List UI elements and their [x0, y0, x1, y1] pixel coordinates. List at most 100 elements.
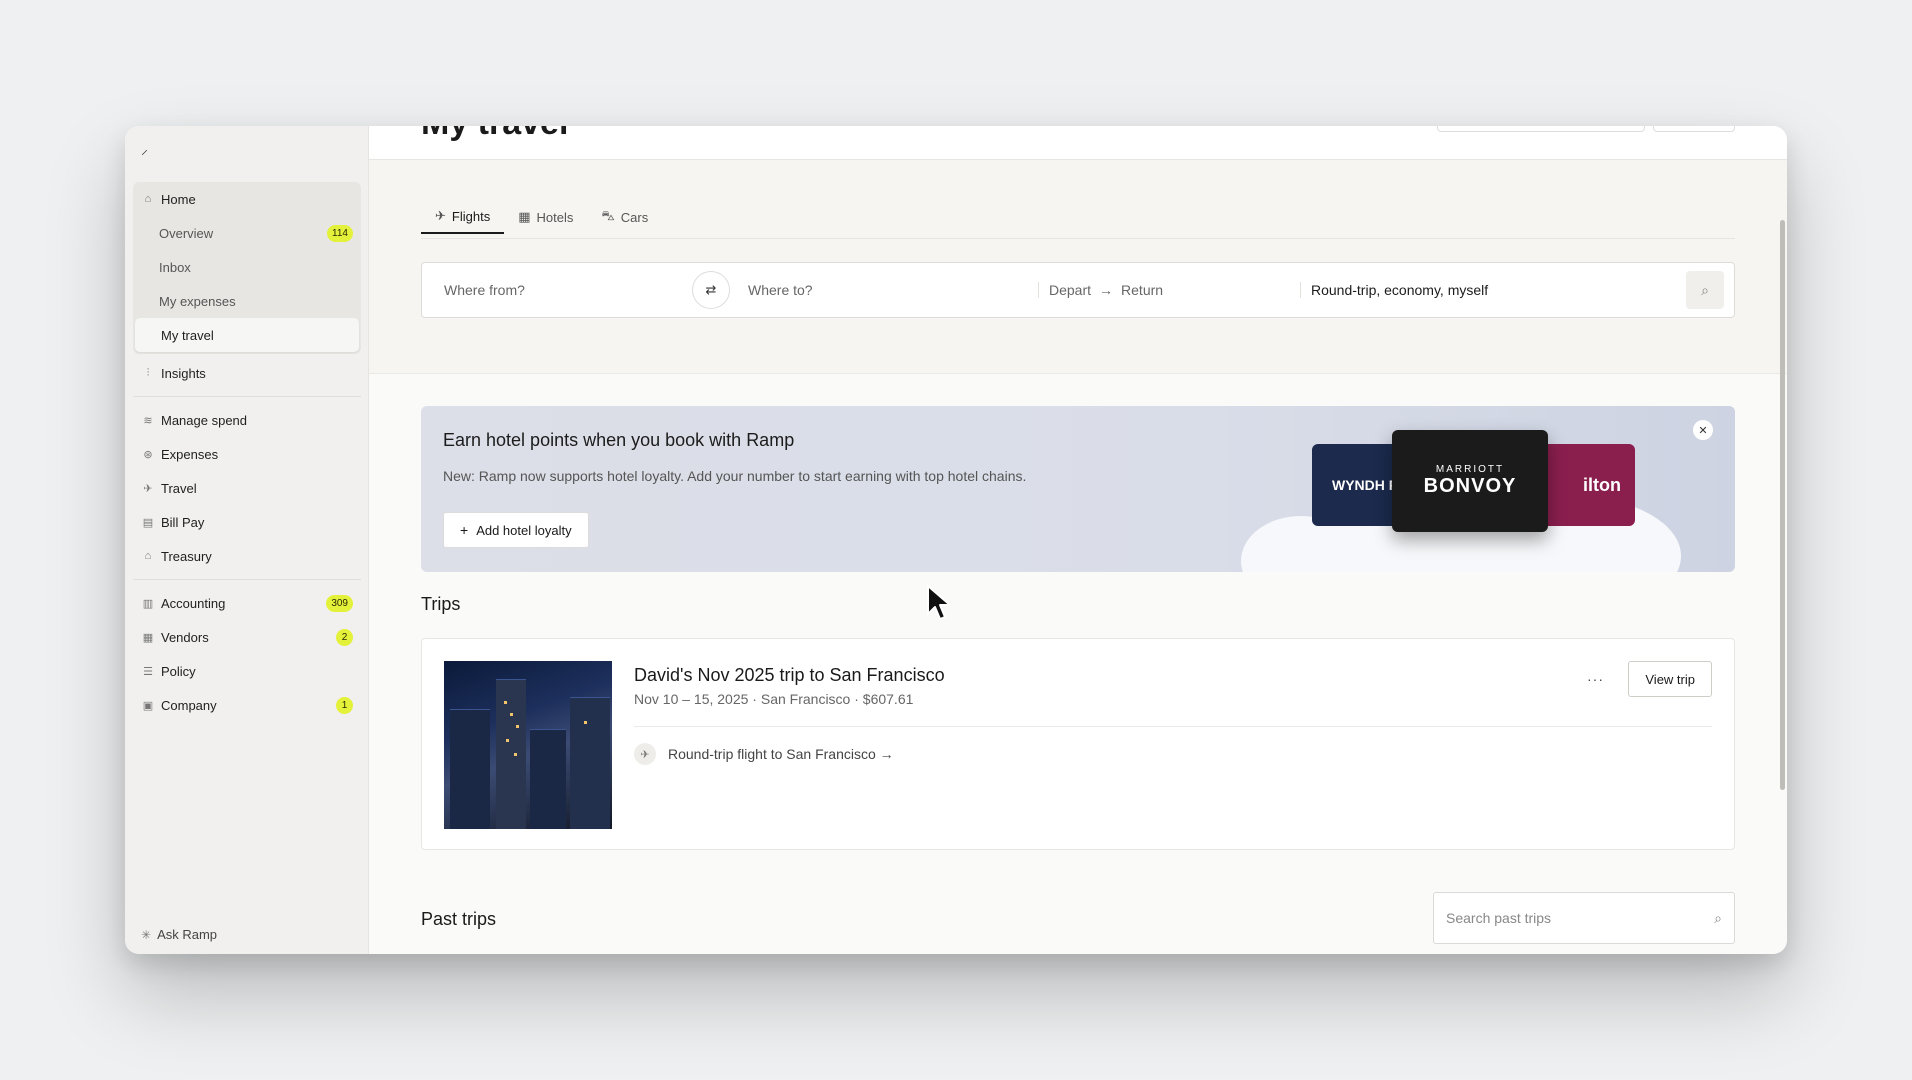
sidebar-item-label: My travel: [161, 327, 214, 343]
sidebar-nav: ⌂ Home Overview 114 Inbox My expenses My…: [133, 182, 361, 722]
search-icon: ⌕: [1714, 909, 1722, 926]
view-trip-button[interactable]: View trip: [1628, 661, 1712, 697]
bank-icon: ⌂: [144, 550, 152, 562]
button-label: Add hotel loyalty: [476, 522, 572, 538]
sidebar-item-insights[interactable]: ⫶ Insights: [133, 356, 361, 390]
sidebar-item-travel[interactable]: ✈ Travel: [133, 471, 361, 505]
sidebar-item-my-travel[interactable]: My travel: [135, 318, 359, 352]
plus-icon: +: [460, 522, 469, 538]
where-from-input[interactable]: Where from?: [422, 282, 730, 298]
building-shape: [530, 729, 566, 829]
home-group: ⌂ Home Overview 114 Inbox My expenses My…: [133, 182, 361, 354]
receipt-icon: ▤: [142, 516, 154, 529]
window-light: [504, 701, 507, 704]
sidebar-item-home[interactable]: ⌂ Home: [133, 182, 361, 216]
trip-title[interactable]: David's Nov 2025 trip to San Francisco: [634, 665, 945, 686]
dollar-circle-icon: ⊛: [143, 448, 153, 461]
count-badge: 114: [327, 225, 353, 242]
swap-locations-button[interactable]: ⇄: [692, 271, 730, 309]
plane-icon: ✈: [634, 743, 656, 765]
search-placeholder: Search past trips: [1446, 910, 1552, 926]
building-icon: ▦: [142, 631, 154, 644]
window-light: [584, 721, 587, 724]
close-icon[interactable]: ✕: [1693, 420, 1713, 440]
tab-label: Hotels: [536, 209, 574, 225]
car-icon: ⛍: [601, 208, 615, 223]
marriott-card-logo: MARRIOTT BONVOY: [1392, 430, 1548, 532]
count-badge: 309: [326, 595, 353, 612]
tab-flights[interactable]: ✈ Flights: [421, 200, 505, 234]
sidebar-item-label: Inbox: [159, 259, 191, 275]
sidebar: ⸝ ⌂ Home Overview 114 Inbox My expenses: [125, 126, 369, 954]
hotel-loyalty-banner: Earn hotel points when you book with Ram…: [421, 406, 1735, 572]
window-light: [510, 713, 513, 716]
trip-details: Nov 10 – 15, 2025 · San Francisco · $607…: [634, 691, 914, 707]
trip-divider: [634, 726, 1712, 727]
ask-ramp-button[interactable]: ✳ Ask Ramp: [141, 927, 217, 942]
sidebar-item-label: Manage spend: [161, 412, 248, 428]
sparkle-icon: ✳: [141, 927, 152, 942]
search-button[interactable]: ⌕: [1686, 271, 1724, 309]
sidebar-item-policy[interactable]: ☰ Policy: [133, 654, 361, 688]
sidebar-item-label: Treasury: [161, 548, 212, 564]
depart-label: Depart: [1049, 282, 1092, 298]
window-light: [516, 725, 519, 728]
flight-label: Round-trip flight to San Francisco →: [668, 746, 894, 762]
sidebar-item-bill-pay[interactable]: ▤ Bill Pay: [133, 505, 361, 539]
city-photo: [444, 661, 612, 829]
flight-search-bar: Where from? ⇄ Where to? Depart → Return …: [421, 262, 1735, 318]
sidebar-item-manage-spend[interactable]: ≋ Manage spend: [133, 403, 361, 437]
sidebar-item-company[interactable]: ▣ Company 1: [133, 688, 361, 722]
sidebar-item-label: Company: [161, 697, 217, 713]
office-icon: ▣: [142, 699, 154, 712]
search-icon: ⌕: [1701, 281, 1709, 298]
sidebar-item-overview[interactable]: Overview 114: [133, 216, 361, 250]
travel-search-panel: ✈ Flights ▦ Hotels ⛍ Cars Where from? ⇄ …: [369, 160, 1787, 374]
travel-tabs: ✈ Flights ▦ Hotels ⛍ Cars: [421, 200, 662, 234]
tabs-divider: [421, 238, 1735, 239]
where-to-input[interactable]: Where to?: [740, 282, 1038, 298]
past-trips-heading: Past trips: [421, 909, 497, 929]
sidebar-item-my-expenses[interactable]: My expenses: [133, 284, 361, 318]
sidebar-item-label: Insights: [161, 365, 206, 381]
scrollbar[interactable]: [1780, 220, 1785, 790]
sidebar-item-vendors[interactable]: ▦ Vendors 2: [133, 620, 361, 654]
building-shape: [570, 697, 610, 829]
window-light: [514, 753, 517, 756]
header-action-button[interactable]: [1653, 126, 1735, 132]
count-badge: 1: [336, 697, 353, 714]
header-action-button[interactable]: [1437, 126, 1645, 132]
plane-icon: ✈: [143, 482, 153, 495]
sidebar-divider: [133, 579, 361, 580]
return-label: Return: [1121, 282, 1164, 298]
window-light: [506, 739, 509, 742]
hotel-icon: ▦: [518, 209, 531, 224]
tab-hotels[interactable]: ▦ Hotels: [504, 200, 587, 234]
sidebar-divider: [133, 396, 361, 397]
sidebar-item-label: Overview: [159, 225, 214, 241]
sidebar-item-label: Travel: [161, 480, 197, 496]
sidebar-item-label: Policy: [161, 663, 196, 679]
ask-ramp-label: Ask Ramp: [157, 927, 218, 942]
tab-label: Flights: [451, 208, 491, 224]
sidebar-item-expenses[interactable]: ⊛ Expenses: [133, 437, 361, 471]
building-shape: [450, 709, 490, 829]
more-options-icon[interactable]: ···: [1587, 671, 1604, 687]
date-range-picker[interactable]: Depart → Return: [1038, 282, 1300, 298]
building-shape: [496, 679, 526, 829]
ramp-logo-icon[interactable]: ⸝: [141, 140, 148, 159]
count-badge: 2: [336, 629, 353, 646]
promo-title: Earn hotel points when you book with Ram…: [443, 430, 795, 450]
search-past-trips-input[interactable]: Search past trips ⌕: [1433, 892, 1735, 944]
sidebar-item-inbox[interactable]: Inbox: [133, 250, 361, 284]
main-content: My travel ✈ Flights ▦ Hotels ⛍ Cars: [369, 126, 1787, 954]
sidebar-item-accounting[interactable]: ▥ Accounting 309: [133, 586, 361, 620]
sidebar-item-label: My expenses: [159, 293, 236, 309]
add-hotel-loyalty-button[interactable]: + Add hotel loyalty: [443, 512, 589, 548]
trip-flight-link[interactable]: ✈ Round-trip flight to San Francisco →: [634, 743, 894, 765]
tab-cars[interactable]: ⛍ Cars: [587, 200, 662, 234]
sidebar-item-label: Bill Pay: [161, 514, 205, 530]
sidebar-item-treasury[interactable]: ⌂ Treasury: [133, 539, 361, 573]
sliders-icon: ☰: [143, 665, 153, 678]
trip-options-select[interactable]: Round-trip, economy, myself: [1300, 282, 1686, 298]
